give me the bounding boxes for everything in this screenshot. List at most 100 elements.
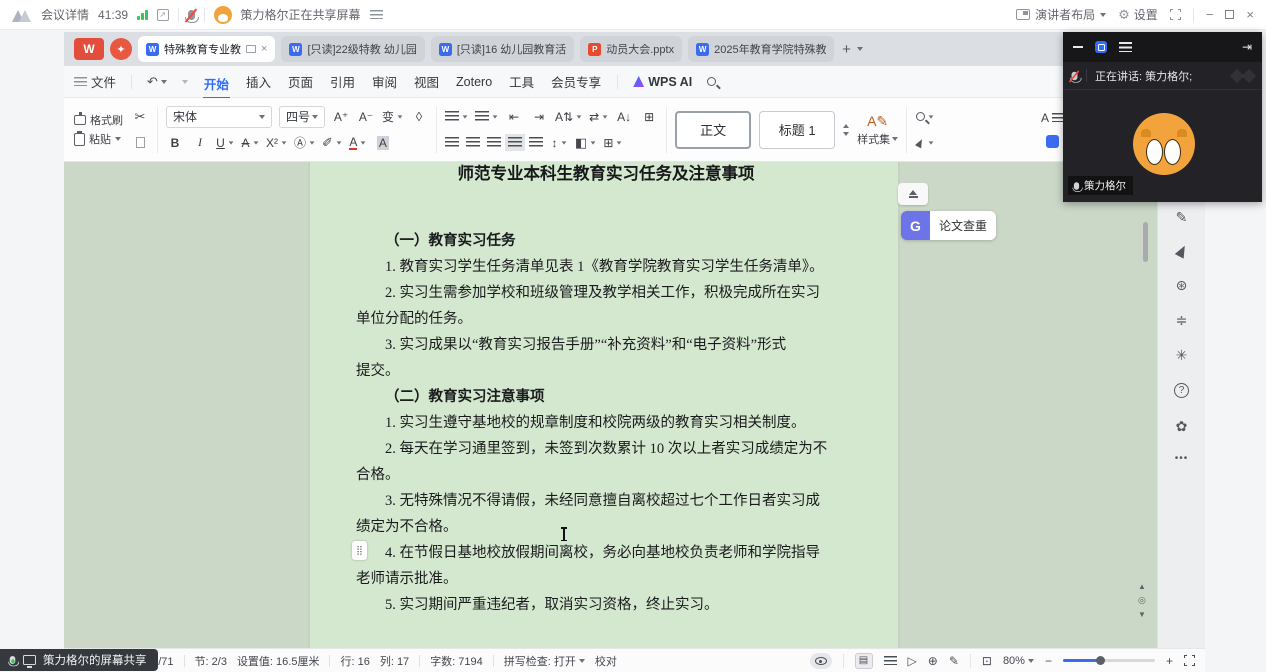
scrollbar-thumb[interactable] — [1143, 222, 1148, 262]
menu-tab-page[interactable]: 页面 — [287, 70, 314, 93]
status-word-count[interactable]: 字数: 7194 — [430, 653, 483, 669]
menu-tab-reference[interactable]: 引用 — [329, 70, 356, 93]
page-view-icon[interactable]: ▤ — [855, 653, 873, 669]
close-tab-icon[interactable]: × — [261, 43, 267, 55]
web-view-icon[interactable]: ⊕ — [928, 655, 938, 667]
style-gallery-up-icon[interactable] — [843, 124, 849, 128]
more-icon[interactable]: ••• — [1175, 454, 1189, 464]
phonetic-guide-button[interactable]: Ⓐ — [294, 131, 315, 154]
zoom-slider-thumb[interactable] — [1096, 656, 1105, 665]
tab-document-active[interactable]: W 特殊教育专业教 × — [138, 36, 275, 62]
select-button[interactable] — [915, 131, 934, 154]
sort-button[interactable]: A↓ — [615, 105, 633, 128]
fullscreen-mode-icon[interactable] — [1184, 655, 1195, 666]
panel-collapse-icon[interactable]: ⇥ — [1242, 40, 1252, 54]
border-button[interactable]: ⊞ — [603, 131, 622, 154]
copy-button[interactable] — [131, 131, 149, 154]
eye-protection-icon[interactable] — [810, 653, 832, 669]
menu-tab-tools[interactable]: 工具 — [508, 70, 535, 93]
align-right-button[interactable] — [487, 137, 501, 148]
proofread-button[interactable]: 校对 — [595, 653, 617, 669]
char-scale-button[interactable]: A⇅ — [555, 105, 582, 128]
tab-list-dropdown-icon[interactable] — [857, 47, 863, 51]
panel-list-icon[interactable] — [1119, 42, 1132, 52]
file-menu[interactable]: 文件 — [74, 72, 116, 91]
bullet-list-button[interactable] — [445, 105, 468, 128]
minimize-button[interactable]: − — [1206, 8, 1214, 21]
increase-font-button[interactable]: A⁺ — [332, 105, 350, 128]
style-gallery-down-icon[interactable] — [843, 132, 849, 136]
wps-logo[interactable]: W — [74, 38, 104, 60]
search-icon[interactable] — [707, 77, 716, 86]
stamp-icon[interactable]: ⊛ — [1176, 278, 1188, 292]
underline-button[interactable]: U — [216, 131, 234, 154]
text-effects-button[interactable]: 变 — [382, 105, 403, 128]
participant-video[interactable]: 策力格尔 — [1063, 90, 1262, 202]
zoom-slider[interactable] — [1063, 659, 1155, 662]
highlight-button[interactable]: ✐ — [322, 131, 342, 154]
align-distribute-button[interactable] — [529, 137, 543, 148]
mic-muted-icon[interactable] — [188, 10, 195, 20]
clear-format-button[interactable]: ◊ — [410, 105, 428, 128]
redo-dropdown-icon[interactable] — [182, 80, 188, 84]
wps-ai-button[interactable]: WPS AI — [633, 75, 692, 89]
pen-icon[interactable]: ✎ — [949, 655, 959, 667]
zoom-level-button[interactable]: 80% — [1003, 655, 1034, 667]
menu-tab-home[interactable]: 开始 — [203, 72, 230, 99]
style-set-button[interactable]: A✎ 样式集 — [857, 113, 898, 147]
align-center-button[interactable] — [466, 137, 480, 148]
align-left-button[interactable] — [445, 137, 459, 148]
fullscreen-icon[interactable] — [1170, 9, 1181, 20]
prev-page-button[interactable]: ▲ — [1138, 582, 1146, 591]
pencil-icon[interactable]: ✎ — [1176, 210, 1188, 224]
browse-object-button[interactable]: ◎ — [1138, 595, 1146, 606]
increase-indent-button[interactable]: ⇥ — [530, 105, 548, 128]
paragraph-drag-handle[interactable]: ⣿ — [352, 541, 367, 560]
sliders-icon[interactable]: ≑ — [1176, 313, 1188, 327]
tab-document-5[interactable]: W 2025年教育学院特殊教 — [688, 36, 834, 62]
fit-page-icon[interactable]: ⊡ — [982, 655, 992, 667]
tab-document-2[interactable]: W [只读]22级特教 幼儿园 — [281, 36, 424, 62]
next-page-button[interactable]: ▼ — [1138, 610, 1146, 619]
font-family-select[interactable]: 宋体 — [166, 106, 272, 128]
align-justify-button[interactable] — [508, 137, 522, 148]
menu-tab-insert[interactable]: 插入 — [245, 70, 272, 93]
menu-tab-member[interactable]: 会员专享 — [550, 70, 602, 93]
skin-icon[interactable]: ✿ — [1176, 419, 1188, 433]
cut-button[interactable]: ✂ — [131, 105, 149, 128]
new-tab-button[interactable]: + — [842, 41, 851, 58]
document-page[interactable]: 师范专业本科生教育实习任务及注意事项 （一）教育实习任务 1. 教育实习学生任务… — [310, 162, 898, 648]
wps-assistant-icon[interactable]: ✦ — [110, 38, 132, 60]
numbered-list-button[interactable] — [475, 105, 498, 128]
menu-tab-zotero[interactable]: Zotero — [455, 73, 493, 91]
tab-presentation[interactable]: P 动员大会.pptx — [580, 36, 682, 62]
paste-button[interactable]: 粘贴 — [74, 131, 123, 147]
font-color-button[interactable]: A — [349, 131, 367, 154]
zoom-in-button[interactable]: + — [1166, 655, 1173, 667]
superscript-button[interactable]: X² — [266, 131, 287, 154]
settings-button[interactable]: ⚙ 设置 — [1118, 6, 1158, 23]
find-button[interactable] — [915, 105, 934, 128]
layout-selector[interactable]: 演讲者布局 — [1016, 6, 1106, 23]
menu-tab-review[interactable]: 审阅 — [371, 70, 398, 93]
tab-document-3[interactable]: W [只读]16 幼儿园教育活 — [431, 36, 574, 62]
screen-share-badge[interactable]: 策力格尔的屏幕共享 — [0, 649, 158, 671]
font-size-select[interactable]: 四号 — [279, 106, 325, 128]
panel-minimize-icon[interactable] — [1073, 46, 1083, 48]
maximize-button[interactable] — [1225, 10, 1234, 19]
text-direction-button[interactable]: ⇄ — [589, 105, 608, 128]
partial-blue-icon[interactable] — [1046, 135, 1059, 148]
line-spacing-button[interactable]: ↕ — [550, 131, 568, 154]
tools-icon[interactable]: ✳ — [1176, 348, 1188, 362]
outline-view-icon[interactable] — [884, 656, 897, 665]
strikethrough-button[interactable]: A — [241, 131, 259, 154]
undo-button[interactable]: ↶ — [147, 74, 167, 90]
show-marks-button[interactable]: ⊞ — [640, 105, 658, 128]
style-heading1-button[interactable]: 标题 1 — [759, 111, 835, 149]
help-icon[interactable]: ? — [1174, 383, 1189, 398]
share-window-icon[interactable]: ↗ — [157, 9, 169, 21]
paper-check-button[interactable]: G 论文查重 — [901, 211, 996, 240]
menu-tab-view[interactable]: 视图 — [413, 70, 440, 93]
zoom-out-button[interactable]: − — [1045, 655, 1052, 667]
style-body-button[interactable]: 正文 — [675, 111, 751, 149]
